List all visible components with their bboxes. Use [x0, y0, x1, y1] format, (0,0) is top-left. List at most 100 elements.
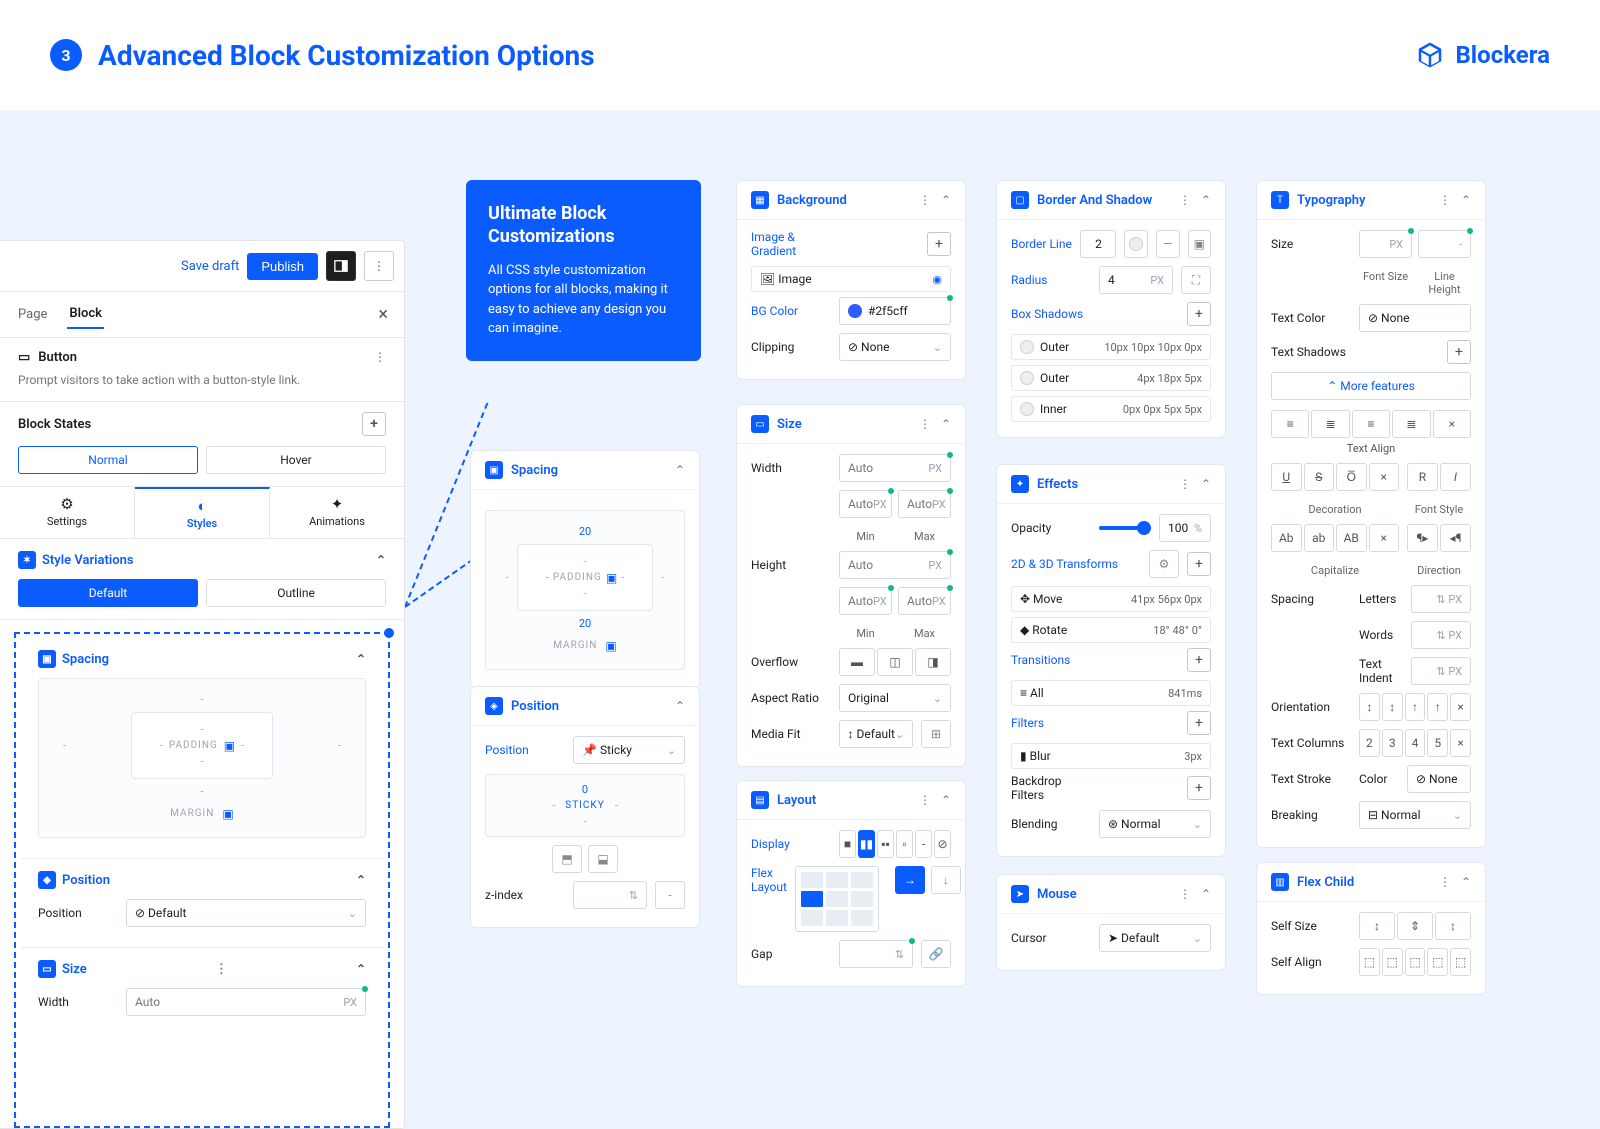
height-input[interactable]: AutoPX [839, 551, 951, 579]
tab-animations[interactable]: ✦Animations [270, 487, 404, 538]
size-panel: ▭Size⋮⌃ WidthAutoPX AutoPXAutoPX MinMax … [736, 404, 966, 767]
flex-child-icon: ▥ [1271, 873, 1289, 891]
reset-icon[interactable]: - [655, 881, 685, 909]
variations-icon: ✶ [18, 551, 36, 569]
more-features-toggle[interactable]: ⌃ More features [1271, 372, 1471, 400]
add-backdrop-button[interactable]: + [1187, 776, 1211, 800]
gear-icon[interactable]: ⚙ [1149, 550, 1179, 578]
border-color-icon[interactable] [1124, 230, 1148, 258]
tab-settings[interactable]: ⚙Settings [0, 487, 135, 538]
bg-image-item[interactable]: 🖼 Image◉ [751, 266, 951, 292]
chevron-up-icon[interactable]: ⌃ [1461, 193, 1471, 207]
block-name: Button [38, 350, 77, 365]
radius-corners-icon[interactable]: ⛶ [1181, 266, 1211, 294]
chevron-up-icon[interactable]: ⌃ [356, 873, 366, 887]
more-icon[interactable]: ⋮ [1179, 887, 1191, 901]
overflow-visible-icon[interactable]: ▬ [839, 648, 875, 676]
close-icon[interactable]: × [378, 304, 388, 325]
chevron-up-icon[interactable]: ⌃ [941, 793, 951, 807]
align-top-icon[interactable]: ⬒ [552, 845, 582, 873]
chevron-up-icon[interactable]: ⌃ [675, 699, 685, 713]
chevron-up-icon[interactable]: ⌃ [1201, 193, 1211, 207]
layout-icon: ▤ [751, 791, 769, 809]
grid-position-icon[interactable]: ⊞ [921, 720, 951, 748]
border-sides-icon[interactable]: ▣ [1188, 230, 1212, 258]
bg-color-input[interactable]: #2f5cff [839, 297, 951, 325]
selected-panels-highlight: ▣Spacing⌃ - - - -PADDING▣- - - - MARGIN▣ [14, 632, 390, 1128]
tab-block[interactable]: Block [67, 300, 104, 329]
add-transform-button[interactable]: + [1187, 552, 1211, 576]
add-bg-button[interactable]: + [927, 232, 951, 256]
chevron-up-icon[interactable]: ⌃ [1201, 887, 1211, 901]
add-shadow-button[interactable]: + [1187, 302, 1211, 326]
more-icon[interactable]: ⋮ [1179, 477, 1191, 491]
more-icon[interactable]: ⋮ [919, 417, 931, 431]
add-state-button[interactable]: + [362, 412, 386, 436]
effects-icon: ✦ [1011, 475, 1029, 493]
cursor-select[interactable]: ➤ Default⌄ [1099, 924, 1211, 952]
block-more-icon[interactable]: ⋮ [374, 350, 386, 364]
move-icon: ✥ [1020, 592, 1030, 606]
position-select[interactable]: ⊘ Default⌄ [126, 899, 366, 927]
chevron-up-icon[interactable]: ⌃ [356, 962, 366, 976]
direction-col-icon[interactable]: ↓ [931, 866, 961, 894]
state-hover[interactable]: Hover [206, 446, 386, 474]
chevron-up-icon[interactable]: ⌃ [941, 193, 951, 207]
transition-icon: ≡ [1020, 686, 1027, 700]
position-icon: ◈ [485, 697, 503, 715]
chevron-up-icon[interactable]: ⌃ [376, 553, 386, 567]
overflow-hidden-icon[interactable]: ◫ [877, 648, 913, 676]
chevron-up-icon[interactable]: ⌃ [675, 463, 685, 477]
view-toggle-icon[interactable] [326, 251, 356, 281]
width-input[interactable]: AutoPX [126, 988, 366, 1016]
align-bottom-icon[interactable]: ⬓ [588, 845, 618, 873]
rotate-icon: ◆ [1020, 623, 1029, 637]
aspect-select[interactable]: Original⌄ [839, 684, 951, 712]
more-options-icon[interactable]: ⋮ [364, 251, 394, 281]
direction-row-icon[interactable]: → [895, 866, 925, 894]
button-block-icon: ▭ [18, 350, 30, 365]
more-icon[interactable]: ⋮ [1439, 193, 1451, 207]
chevron-up-icon[interactable]: ⌃ [941, 417, 951, 431]
block-states-label: Block States [18, 417, 91, 432]
chevron-up-icon[interactable]: ⌃ [1201, 477, 1211, 491]
publish-button[interactable]: Publish [247, 253, 318, 280]
mouse-icon: ➤ [1011, 885, 1029, 903]
zindex-input[interactable]: ⇅ [573, 881, 647, 909]
opacity-slider[interactable] [1099, 526, 1151, 530]
more-icon[interactable]: ⋮ [1179, 193, 1191, 207]
blur-icon: ▮ [1020, 749, 1027, 763]
chevron-up-icon[interactable]: ⌃ [1461, 875, 1471, 889]
add-filter-button[interactable]: + [1187, 711, 1211, 735]
add-transition-button[interactable]: + [1187, 648, 1211, 672]
tab-page[interactable]: Page [16, 301, 49, 328]
more-icon[interactable]: ⋮ [919, 793, 931, 807]
state-normal[interactable]: Normal [18, 446, 198, 474]
position-select[interactable]: 📌 Sticky⌄ [573, 736, 685, 764]
block-description: Prompt visitors to take action with a bu… [18, 371, 374, 389]
callout-body: All CSS style customization options for … [488, 261, 679, 339]
more-icon[interactable]: ⋮ [1439, 875, 1451, 889]
width-input[interactable]: AutoPX [839, 454, 951, 482]
page-title: Advanced Block Customization Options [98, 39, 595, 72]
editor-sidebar: Save draft Publish ⋮ Page Block × ▭ Butt… [0, 240, 405, 1129]
variation-outline[interactable]: Outline [206, 579, 386, 607]
selection-handle [384, 628, 394, 638]
overflow-scroll-icon[interactable]: ◨ [915, 648, 951, 676]
save-draft-link[interactable]: Save draft [181, 259, 239, 274]
typography-icon: T [1271, 191, 1289, 209]
spacing-icon: ▣ [38, 650, 56, 668]
tab-styles[interactable]: ◐Styles [135, 487, 270, 538]
chevron-up-icon[interactable]: ⌃ [356, 652, 366, 666]
link-icon[interactable]: 🔗 [921, 940, 951, 968]
clipping-select[interactable]: ⊘ None⌄ [839, 333, 951, 361]
flex-align-grid[interactable] [795, 866, 879, 932]
style-variations-label: Style Variations [42, 553, 134, 568]
more-icon[interactable]: ⋮ [919, 193, 931, 207]
variation-default[interactable]: Default [18, 579, 198, 607]
gap-input[interactable]: ⇅ [839, 940, 913, 968]
blending-select[interactable]: ⊛ Normal⌄ [1099, 810, 1211, 838]
step-number: 3 [50, 39, 82, 71]
border-style-icon[interactable]: — [1156, 230, 1180, 258]
mediafit-select[interactable]: ↕ Default⌄ [839, 720, 914, 748]
